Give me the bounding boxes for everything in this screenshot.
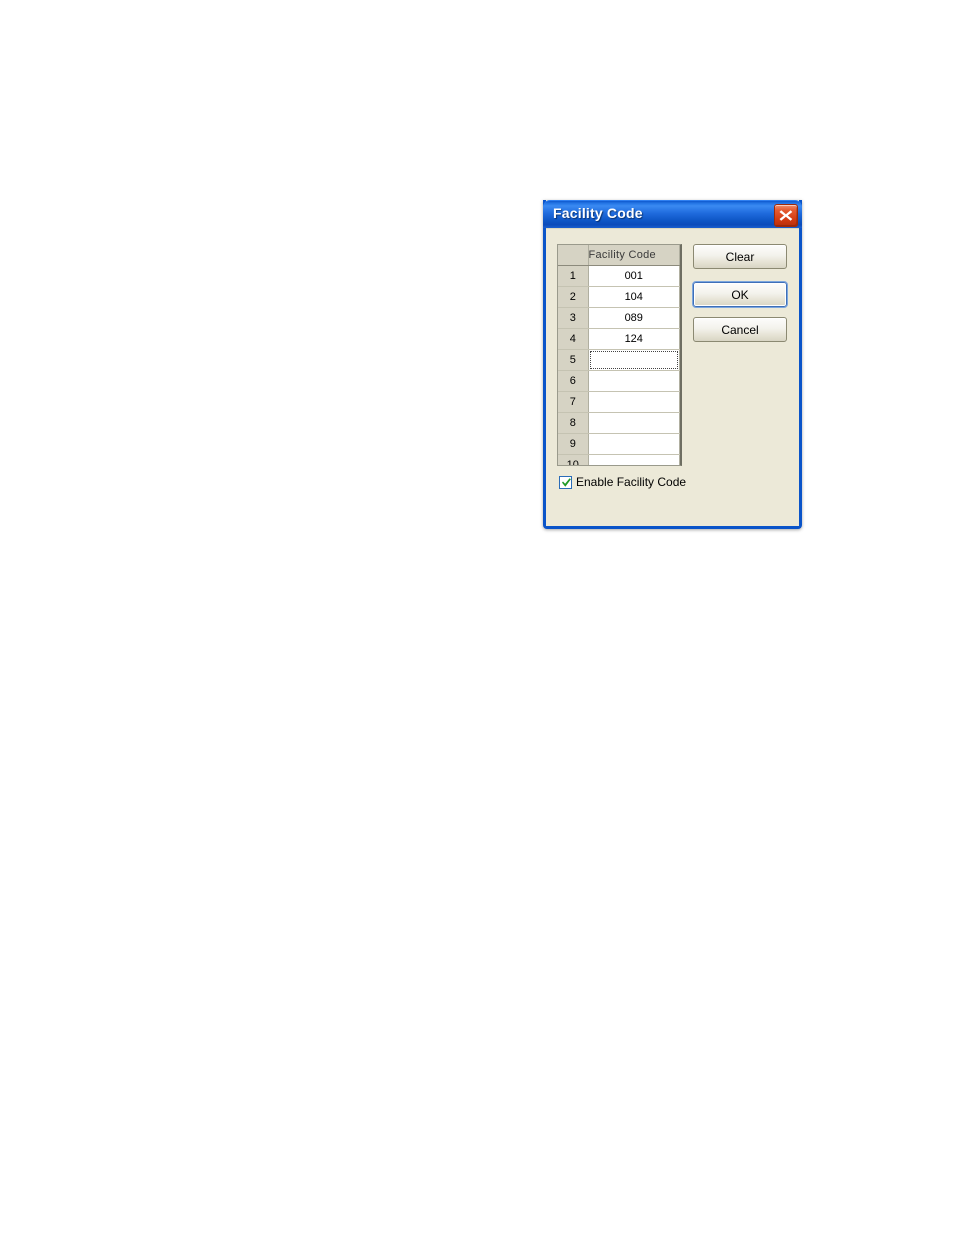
enable-facility-code-row[interactable]: Enable Facility Code: [559, 475, 686, 489]
table-row[interactable]: 9: [558, 433, 680, 455]
cancel-button[interactable]: Cancel: [693, 317, 787, 342]
row-number: 1: [558, 265, 589, 287]
table-row[interactable]: 3 089: [558, 307, 680, 329]
grid-corner-cell: [558, 245, 589, 266]
enable-facility-code-label: Enable Facility Code: [576, 475, 687, 489]
row-number: 10: [558, 454, 589, 465]
row-number: 3: [558, 307, 589, 329]
facility-code-cell[interactable]: 124: [588, 328, 680, 350]
table-row[interactable]: 7: [558, 391, 680, 413]
checkmark-icon: [562, 477, 571, 487]
column-header-facility-code: Facility Code: [588, 245, 680, 266]
facility-code-table: Facility Code 1 001 2 104 3 089 4 124 5 …: [558, 245, 680, 465]
facility-code-cell[interactable]: [588, 454, 680, 465]
facility-code-cell[interactable]: [588, 412, 680, 434]
ok-button[interactable]: OK: [692, 281, 788, 308]
cell-focus-ring: [589, 351, 678, 369]
facility-code-dialog: Facility Code Facility Code 1 001 2 104 …: [543, 200, 802, 529]
row-number: 5: [558, 349, 589, 371]
table-row[interactable]: 8: [558, 412, 680, 434]
enable-facility-code-checkbox[interactable]: [559, 475, 572, 489]
close-icon[interactable]: [774, 204, 798, 227]
facility-code-cell[interactable]: [588, 433, 680, 455]
facility-code-cell[interactable]: [588, 370, 680, 392]
table-row[interactable]: 1 001: [558, 265, 680, 287]
table-header-row: Facility Code: [558, 245, 680, 266]
facility-code-cell[interactable]: 104: [588, 286, 680, 308]
table-row[interactable]: 6: [558, 370, 680, 392]
row-number: 4: [558, 328, 589, 350]
row-number: 2: [558, 286, 589, 308]
facility-code-cell[interactable]: 089: [588, 307, 680, 329]
facility-code-cell-focused[interactable]: [588, 349, 680, 371]
table-body: 1 001 2 104 3 089 4 124 5 6 7 8 9 10: [558, 265, 680, 465]
facility-code-cell[interactable]: [588, 391, 680, 413]
row-number: 9: [558, 433, 589, 455]
dialog-titlebar[interactable]: Facility Code: [543, 200, 802, 228]
facility-code-cell[interactable]: 001: [588, 265, 680, 287]
table-row[interactable]: 4 124: [558, 328, 680, 350]
table-row[interactable]: 10: [558, 454, 680, 465]
row-number: 6: [558, 370, 589, 392]
row-number: 8: [558, 412, 589, 434]
facility-code-grid[interactable]: Facility Code 1 001 2 104 3 089 4 124 5 …: [557, 244, 682, 466]
close-x-glyph: [779, 210, 793, 221]
dialog-title: Facility Code: [553, 205, 643, 221]
table-row[interactable]: 5: [558, 349, 680, 371]
row-number: 7: [558, 391, 589, 413]
dialog-client-area: Facility Code 1 001 2 104 3 089 4 124 5 …: [546, 228, 799, 526]
table-row[interactable]: 2 104: [558, 286, 680, 308]
clear-button[interactable]: Clear: [693, 244, 787, 269]
